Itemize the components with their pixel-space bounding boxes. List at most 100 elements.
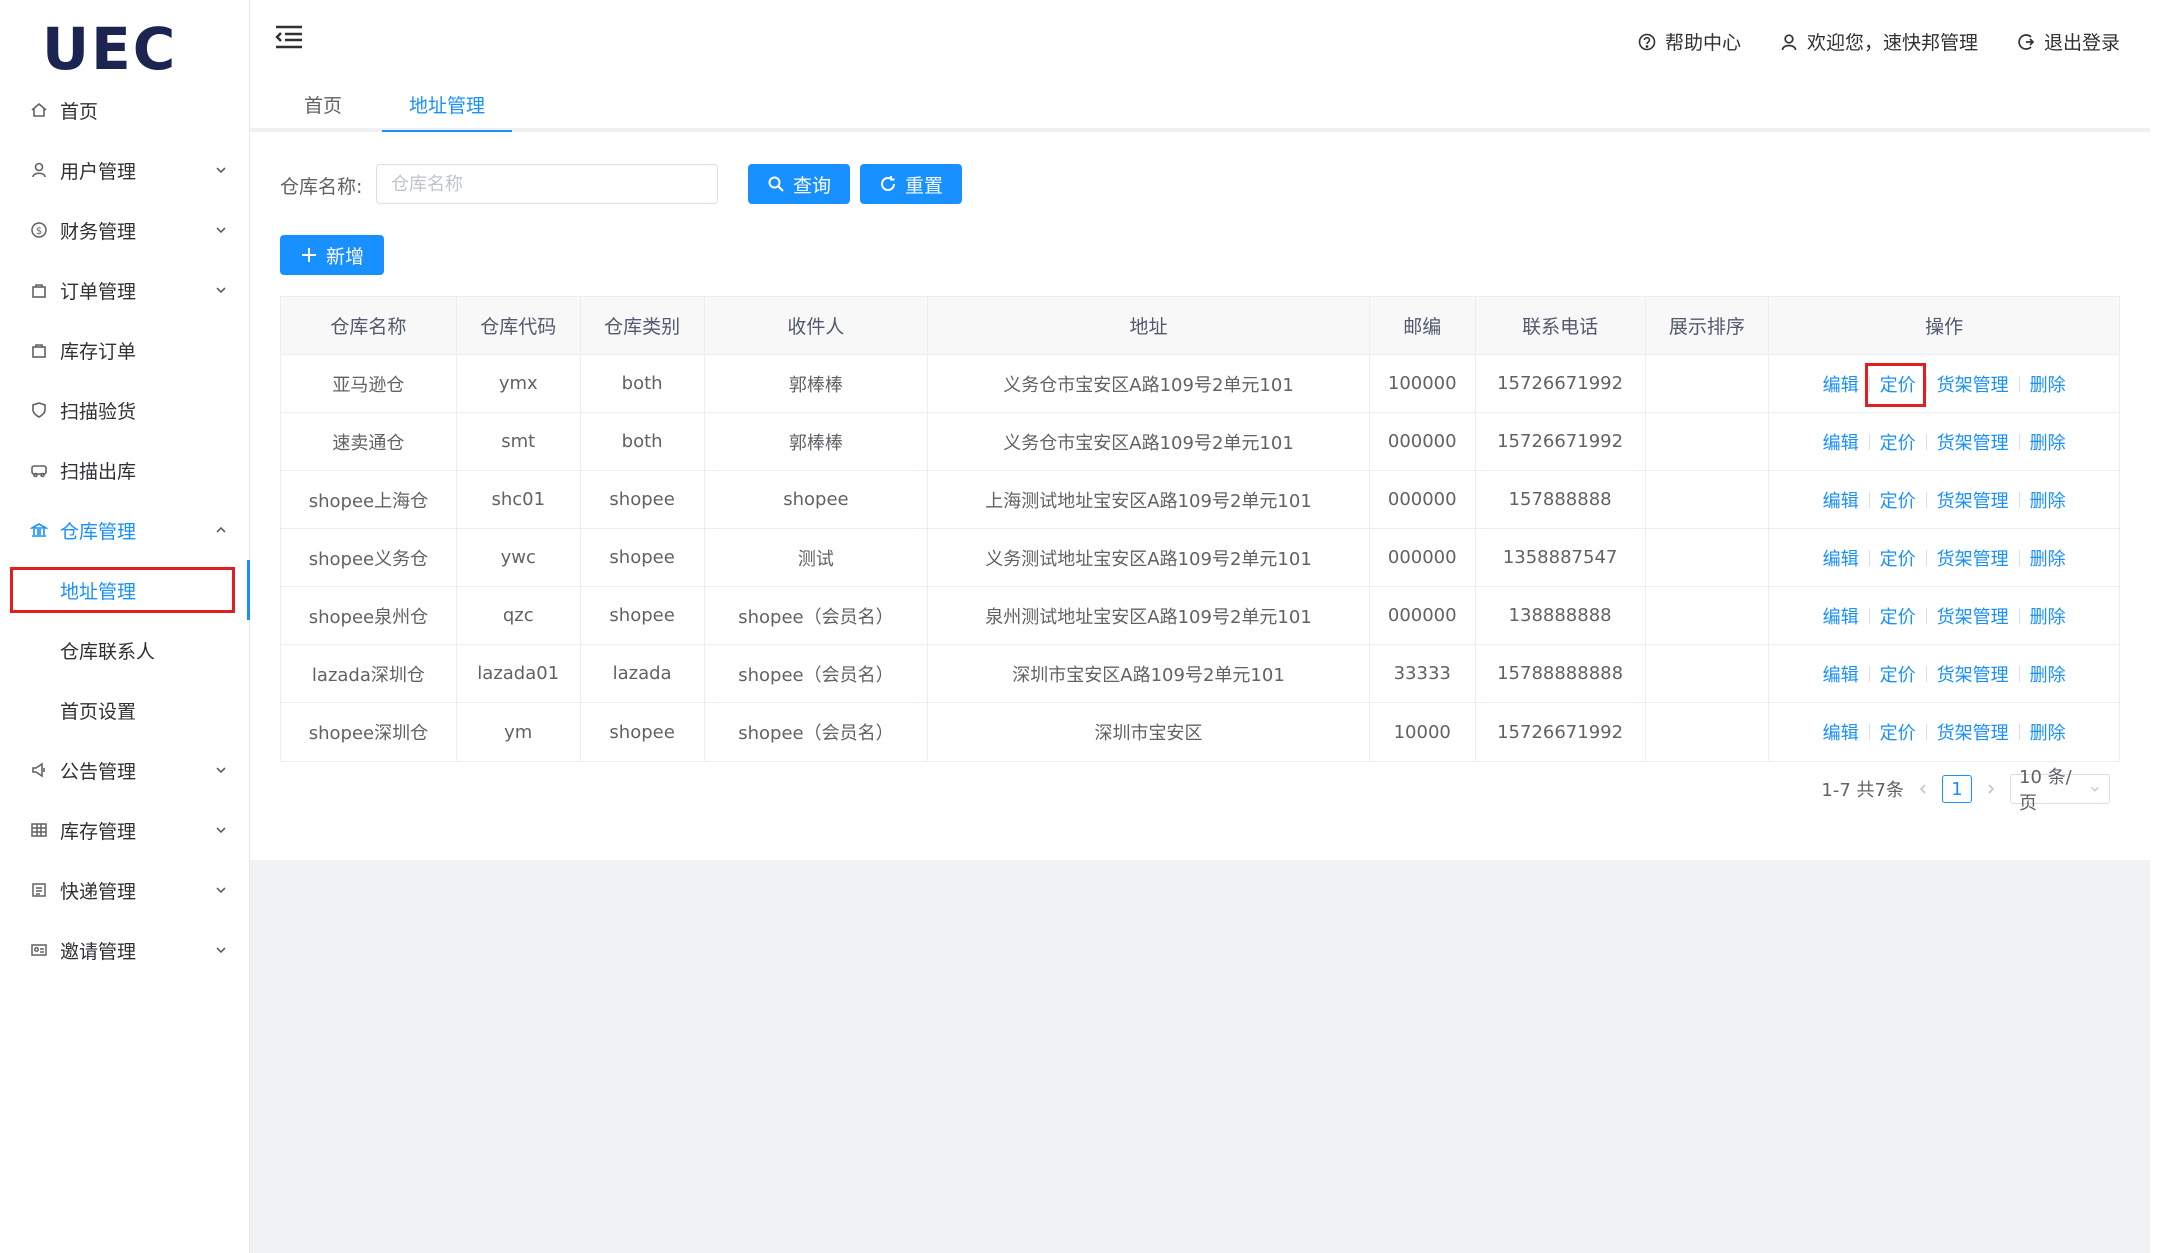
pricing-link[interactable]: 定价	[1870, 487, 1926, 513]
welcome-text: 欢迎您，速快邦管理	[1806, 32, 1978, 54]
cell-warehouse-type: shopee	[581, 587, 705, 644]
cell-address: 义务测试地址宝安区A路109号2单元101	[928, 529, 1370, 586]
pricing-link[interactable]: 定价	[1870, 661, 1926, 687]
cell-sort-order	[1646, 413, 1770, 470]
tab-home[interactable]: 首页	[278, 80, 368, 132]
chevron-down-icon	[216, 887, 226, 894]
chevron-up-icon	[216, 526, 226, 533]
cell-postcode: 33333	[1370, 645, 1476, 702]
sidebar-item-finance[interactable]: $ 财务管理	[0, 200, 250, 260]
cell-sort-order	[1646, 587, 1770, 644]
sidebar-item-label: 用户管理	[60, 160, 137, 183]
cell-warehouse-type: both	[581, 355, 705, 412]
sidebar-item-warehouse[interactable]: 仓库管理	[0, 500, 250, 560]
grid-icon	[28, 819, 50, 841]
cell-sort-order	[1646, 471, 1770, 528]
chevron-left-icon[interactable]	[1916, 782, 1930, 796]
shelf-management-link[interactable]: 货架管理	[1927, 487, 2019, 513]
user-icon	[1781, 33, 1797, 50]
cell-postcode: 10000	[1370, 703, 1476, 761]
page-number-button[interactable]: 1	[1942, 775, 1972, 803]
reset-button[interactable]: 重置	[860, 164, 962, 204]
warehouse-name-input[interactable]	[376, 164, 718, 204]
shelf-management-link[interactable]: 货架管理	[1927, 545, 2019, 571]
pricing-link[interactable]: 定价	[1870, 545, 1926, 571]
shelf-management-link[interactable]: 货架管理	[1927, 429, 2019, 455]
cell-sort-order	[1646, 355, 1770, 412]
sidebar-item-scan-out[interactable]: 扫描出库	[0, 440, 250, 500]
sidebar-item-inventory[interactable]: 库存管理	[0, 800, 250, 860]
table-row: 速卖通仓 smt both 郭棒棒 义务仓市宝安区A路109号2单元101 000000 1…	[281, 413, 2119, 471]
delete-link[interactable]: 删除	[2020, 429, 2076, 455]
add-button[interactable]: 新增	[280, 235, 384, 275]
sidebar-item-scan-inspect[interactable]: 扫描验货	[0, 380, 250, 440]
cell-sort-order	[1646, 529, 1770, 586]
sidebar-item-home[interactable]: 首页	[0, 80, 250, 140]
shield-icon	[28, 399, 50, 421]
pricing-link[interactable]: 定价	[1870, 603, 1926, 629]
sidebar-item-label: 快递管理	[60, 880, 137, 903]
chevron-right-icon[interactable]	[1984, 782, 1998, 796]
dollar-icon: $	[28, 219, 50, 241]
page-size-select[interactable]: 10 条/页	[2010, 767, 2110, 814]
delete-link[interactable]: 删除	[2020, 371, 2076, 397]
delete-link[interactable]: 删除	[2020, 545, 2076, 571]
cell-sort-order	[1646, 703, 1770, 761]
cell-phone: 1358887547	[1476, 529, 1646, 586]
sidebar-item-users[interactable]: 用户管理	[0, 140, 250, 200]
tab-address-management[interactable]: 地址管理	[382, 80, 512, 132]
table-row: shopee深圳仓 ym shopee shopee（会员名） 深圳市宝安区 10000 1…	[281, 703, 2119, 761]
logout-button[interactable]: 退出登录	[2016, 28, 2120, 55]
sidebar-item-invites[interactable]: 邀请管理	[0, 920, 250, 980]
edit-link[interactable]: 编辑	[1813, 487, 1869, 513]
edit-link[interactable]: 编辑	[1813, 429, 1869, 455]
help-center-link[interactable]: 帮助中心	[1637, 28, 1741, 55]
chevron-down-icon	[216, 227, 226, 234]
delete-link[interactable]: 删除	[2020, 719, 2076, 745]
sidebar-item-stock-orders[interactable]: 库存订单	[0, 320, 250, 380]
pricing-link[interactable]: 定价	[1870, 719, 1926, 745]
sidebar-item-express[interactable]: 快递管理	[0, 860, 250, 920]
cell-postcode: 000000	[1370, 471, 1476, 528]
cell-postcode: 100000	[1370, 355, 1476, 412]
sidebar-subitem-contacts[interactable]: 仓库联系人	[0, 620, 250, 680]
sidebar-item-announcements[interactable]: 公告管理	[0, 740, 250, 800]
shelf-management-link[interactable]: 货架管理	[1927, 371, 2019, 397]
cell-postcode: 000000	[1370, 529, 1476, 586]
shelf-management-link[interactable]: 货架管理	[1927, 719, 2019, 745]
sidebar-item-label: 公告管理	[60, 760, 137, 783]
cell-phone: 138888888	[1476, 587, 1646, 644]
sidebar-item-orders[interactable]: 订单管理	[0, 260, 250, 320]
pricing-link[interactable]: 定价	[1870, 371, 1926, 397]
delete-link[interactable]: 删除	[2020, 661, 2076, 687]
cell-phone: 15726671992	[1476, 413, 1646, 470]
cell-warehouse-code: qzc	[457, 587, 581, 644]
menu-collapse-icon[interactable]	[274, 24, 304, 50]
pricing-link[interactable]: 定价	[1870, 429, 1926, 455]
cell-recipient: 郭棒棒	[705, 413, 929, 470]
delete-link[interactable]: 删除	[2020, 603, 2076, 629]
edit-link[interactable]: 编辑	[1813, 603, 1869, 629]
cell-phone: 15788888888	[1476, 645, 1646, 702]
sidebar-subitem-homepage-settings[interactable]: 首页设置	[0, 680, 250, 740]
user-welcome[interactable]: 欢迎您，速快邦管理	[1779, 28, 1978, 55]
shelf-management-link[interactable]: 货架管理	[1927, 661, 2019, 687]
cell-warehouse-name: lazada深圳仓	[281, 645, 457, 702]
edit-link[interactable]: 编辑	[1813, 661, 1869, 687]
cell-recipient: shopee（会员名）	[705, 587, 929, 644]
shelf-management-link[interactable]: 货架管理	[1927, 603, 2019, 629]
logout-label: 退出登录	[2043, 32, 2120, 54]
pagination: 1-7 共7条 1 10 条/页	[1821, 767, 2110, 814]
delete-link[interactable]: 删除	[2020, 487, 2076, 513]
column-header: 仓库代码	[457, 297, 581, 354]
cell-recipient: 郭棒棒	[705, 355, 929, 412]
column-header: 地址	[928, 297, 1370, 354]
edit-link[interactable]: 编辑	[1813, 545, 1869, 571]
sidebar-item-label: 库存订单	[60, 340, 137, 363]
question-circle-icon	[1638, 33, 1656, 50]
refresh-icon	[881, 176, 895, 191]
edit-link[interactable]: 编辑	[1813, 719, 1869, 745]
edit-link[interactable]: 编辑	[1813, 371, 1869, 397]
sidebar-subitem-address[interactable]: 地址管理	[0, 560, 250, 620]
query-button[interactable]: 查询	[748, 164, 850, 204]
